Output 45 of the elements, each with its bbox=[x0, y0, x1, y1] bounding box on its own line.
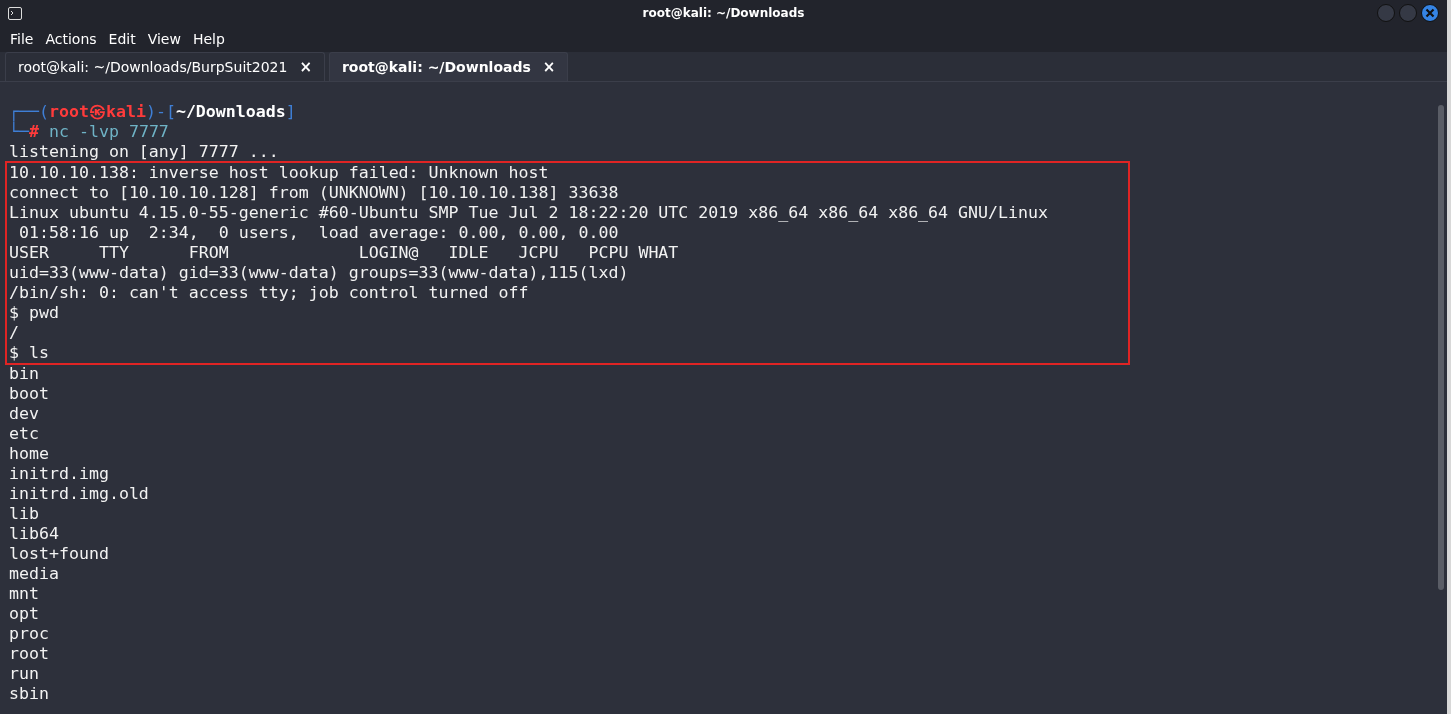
window-title: root@kali: ~/Downloads bbox=[642, 5, 805, 20]
terminal-line: lib64 bbox=[8, 524, 60, 544]
terminal-line: Linux ubuntu 4.15.0-55-generic #60-Ubuntu SMP Tue Jul 2 18:22:20 UTC 2019 x86_64 x86_64 x86_64 GNU/Linux bbox=[9, 203, 1049, 223]
terminal-line: 10.10.10.138: inverse host lookup failed: Unknown host bbox=[9, 163, 550, 183]
terminal-line: media bbox=[8, 564, 60, 584]
terminal-line: proc bbox=[8, 624, 50, 644]
scrollbar-thumb[interactable] bbox=[1438, 105, 1444, 590]
terminal-line: opt bbox=[8, 604, 40, 624]
terminal-line: sbin bbox=[8, 684, 50, 704]
terminal-line: 01:58:16 up 2:34, 0 users, load average: 0.00, 0.00, 0.00 bbox=[18, 223, 620, 243]
terminal-tab[interactable]: root@kali: ~/Downloads/BurpSuit2021 × bbox=[5, 52, 325, 81]
close-button[interactable] bbox=[1421, 3, 1439, 22]
terminal-line: initrd.img.old bbox=[8, 484, 150, 504]
terminal-line: lib bbox=[8, 504, 40, 524]
terminal-line: lost+found bbox=[8, 544, 110, 564]
terminal-line: initrd.img bbox=[8, 464, 110, 484]
terminal-line: $ ls bbox=[9, 343, 50, 363]
minimize-button[interactable] bbox=[1377, 3, 1395, 22]
terminal-line: dev bbox=[8, 404, 40, 424]
terminal-icon bbox=[8, 6, 22, 20]
menu-item[interactable]: File bbox=[4, 26, 40, 51]
terminal-line: uid=33(www-data) gid=33(www-data) groups=33(www-data),115(lxd) bbox=[9, 263, 630, 283]
prompt-line: └─# nc -lvp 7777 bbox=[8, 122, 170, 142]
menu-item[interactable]: Help bbox=[186, 26, 231, 51]
terminal-line: mnt bbox=[8, 584, 40, 604]
terminal-line: run bbox=[8, 664, 40, 684]
menu-item[interactable]: Edit bbox=[102, 26, 142, 51]
terminal-tab[interactable]: root@kali: ~/Downloads × bbox=[328, 52, 569, 81]
terminal-line: USER TTY FROM LOGIN@ IDLE JCPU PCPU WHAT bbox=[9, 243, 680, 263]
terminal-line: / bbox=[9, 323, 20, 343]
terminal-line: root bbox=[8, 644, 50, 664]
menu-item[interactable]: View bbox=[141, 26, 187, 51]
terminal-line: boot bbox=[8, 384, 50, 404]
terminal-line: $ pwd bbox=[9, 303, 60, 323]
terminal-line: home bbox=[8, 444, 50, 464]
tab-close-button[interactable]: × bbox=[299, 58, 312, 76]
menu-item[interactable]: Actions bbox=[39, 26, 103, 51]
terminal-line: etc bbox=[8, 424, 40, 444]
tab-close-button[interactable]: × bbox=[542, 58, 556, 76]
terminal-line: /bin/sh: 0: can't access tty; job control turned off bbox=[9, 283, 530, 303]
terminal-line: connect to [10.10.10.128] from (UNKNOWN) [10.10.10.138] 33638 bbox=[9, 183, 620, 203]
terminal-line: bin bbox=[8, 364, 40, 384]
prompt-line: ┌──(root㉿kali)-[~/Downloads] bbox=[8, 102, 297, 122]
close-icon bbox=[1425, 7, 1435, 18]
terminal-line: listening on [any] 7777 ... bbox=[8, 142, 280, 162]
